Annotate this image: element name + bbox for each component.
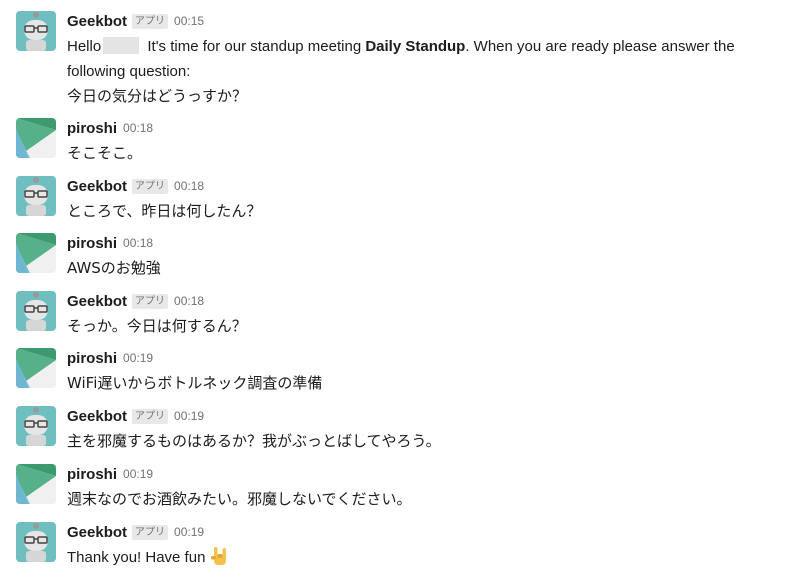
message-text: 週末なのでお酒飲みたい。邪魔しないでください。 bbox=[67, 490, 412, 508]
meeting-name: Daily Standup bbox=[365, 38, 466, 55]
sender-name[interactable]: piroshi bbox=[67, 120, 117, 137]
message-header: Geekbot アプリ 00:18 bbox=[67, 291, 204, 311]
message-item: Geekbot アプリ 00:19 主を邪魔するものはあるか？我がぶっとばしてや… bbox=[0, 406, 800, 454]
geekbot-avatar[interactable] bbox=[16, 406, 56, 446]
geekbot-avatar[interactable] bbox=[16, 11, 56, 51]
sender-name[interactable]: piroshi bbox=[67, 350, 117, 367]
message-item: Geekbot アプリ 00:19 Thank you! Have fun bbox=[0, 522, 800, 574]
robot-avatar-icon bbox=[16, 176, 56, 216]
sender-name[interactable]: Geekbot bbox=[67, 408, 127, 425]
message-item: Geekbot アプリ 00:18 そっか。今日は何するん？ bbox=[0, 291, 800, 339]
timestamp[interactable]: 00:18 bbox=[123, 236, 153, 250]
timestamp[interactable]: 00:19 bbox=[174, 409, 204, 423]
message-header: piroshi 00:19 bbox=[67, 348, 153, 368]
message-item: piroshi 00:18 そこそこ。 bbox=[0, 118, 800, 166]
message-text: 主を邪魔するものはあるか？我がぶっとばしてやろう。 bbox=[67, 432, 441, 450]
message-text-part: It's time for our standup meeting bbox=[143, 38, 366, 55]
message-text: ところで、昨日は何したん？ bbox=[67, 202, 262, 220]
message-text: そこそこ。 bbox=[67, 144, 143, 162]
message-text: Hello It's time for our standup meeting … bbox=[67, 34, 782, 108]
robot-avatar-icon bbox=[16, 291, 56, 331]
timestamp[interactable]: 00:18 bbox=[174, 179, 204, 193]
message-header: Geekbot アプリ 00:15 bbox=[67, 11, 204, 31]
sender-name[interactable]: Geekbot bbox=[67, 178, 127, 195]
message-header: Geekbot アプリ 00:18 bbox=[67, 176, 204, 196]
piroshi-avatar[interactable] bbox=[16, 464, 56, 504]
message-item: piroshi 00:18 AWSのお勉強 bbox=[0, 233, 800, 281]
geometric-avatar-icon bbox=[16, 118, 56, 158]
sender-name[interactable]: piroshi bbox=[67, 235, 117, 252]
robot-avatar-icon bbox=[16, 11, 56, 51]
message-question: 今日の気分はどうっすか？ bbox=[67, 87, 248, 105]
message-text-part: following question: bbox=[67, 63, 191, 80]
timestamp[interactable]: 00:15 bbox=[174, 14, 204, 28]
sender-name[interactable]: Geekbot bbox=[67, 13, 127, 30]
app-badge: アプリ bbox=[132, 408, 169, 424]
message-header: piroshi 00:19 bbox=[67, 464, 153, 484]
geekbot-avatar[interactable] bbox=[16, 522, 56, 562]
sender-name[interactable]: Geekbot bbox=[67, 293, 127, 310]
timestamp[interactable]: 00:19 bbox=[123, 467, 153, 481]
piroshi-avatar[interactable] bbox=[16, 348, 56, 388]
geekbot-avatar[interactable] bbox=[16, 176, 56, 216]
message-item: piroshi 00:19 週末なのでお酒飲みたい。邪魔しないでください。 bbox=[0, 464, 800, 512]
robot-avatar-icon bbox=[16, 522, 56, 562]
app-badge: アプリ bbox=[132, 524, 169, 540]
message-item: piroshi 00:19 WiFi遅いからボトルネック調査の準備 bbox=[0, 348, 800, 396]
message-text-part: . When you are ready please answer the bbox=[465, 38, 735, 55]
sign-of-the-horns-icon bbox=[209, 545, 231, 575]
message-item: Geekbot アプリ 00:18 ところで、昨日は何したん？ bbox=[0, 176, 800, 224]
message-text-part: Hello bbox=[67, 38, 102, 55]
piroshi-avatar[interactable] bbox=[16, 118, 56, 158]
app-badge: アプリ bbox=[132, 178, 169, 194]
redacted-username bbox=[103, 37, 140, 54]
robot-avatar-icon bbox=[16, 406, 56, 446]
message-header: piroshi 00:18 bbox=[67, 118, 153, 138]
piroshi-avatar[interactable] bbox=[16, 233, 56, 273]
message-text: WiFi遅いからボトルネック調査の準備 bbox=[67, 374, 323, 392]
app-badge: アプリ bbox=[132, 13, 169, 29]
message-header: Geekbot アプリ 00:19 bbox=[67, 406, 204, 426]
timestamp[interactable]: 00:19 bbox=[174, 525, 204, 539]
sender-name[interactable]: Geekbot bbox=[67, 524, 127, 541]
geekbot-avatar[interactable] bbox=[16, 291, 56, 331]
timestamp[interactable]: 00:18 bbox=[174, 294, 204, 308]
geometric-avatar-icon bbox=[16, 348, 56, 388]
app-badge: アプリ bbox=[132, 293, 169, 309]
message-item: Geekbot アプリ 00:15 Hello It's time for ou… bbox=[0, 11, 800, 111]
message-text-part: Thank you! Have fun bbox=[67, 549, 206, 566]
geometric-avatar-icon bbox=[16, 464, 56, 504]
timestamp[interactable]: 00:19 bbox=[123, 351, 153, 365]
message-header: piroshi 00:18 bbox=[67, 233, 153, 253]
timestamp[interactable]: 00:18 bbox=[123, 121, 153, 135]
message-text: AWSのお勉強 bbox=[67, 259, 161, 277]
sender-name[interactable]: piroshi bbox=[67, 466, 117, 483]
message-header: Geekbot アプリ 00:19 bbox=[67, 522, 204, 542]
message-text: そっか。今日は何するん？ bbox=[67, 317, 247, 335]
message-text: Thank you! Have fun bbox=[67, 545, 782, 575]
geometric-avatar-icon bbox=[16, 233, 56, 273]
